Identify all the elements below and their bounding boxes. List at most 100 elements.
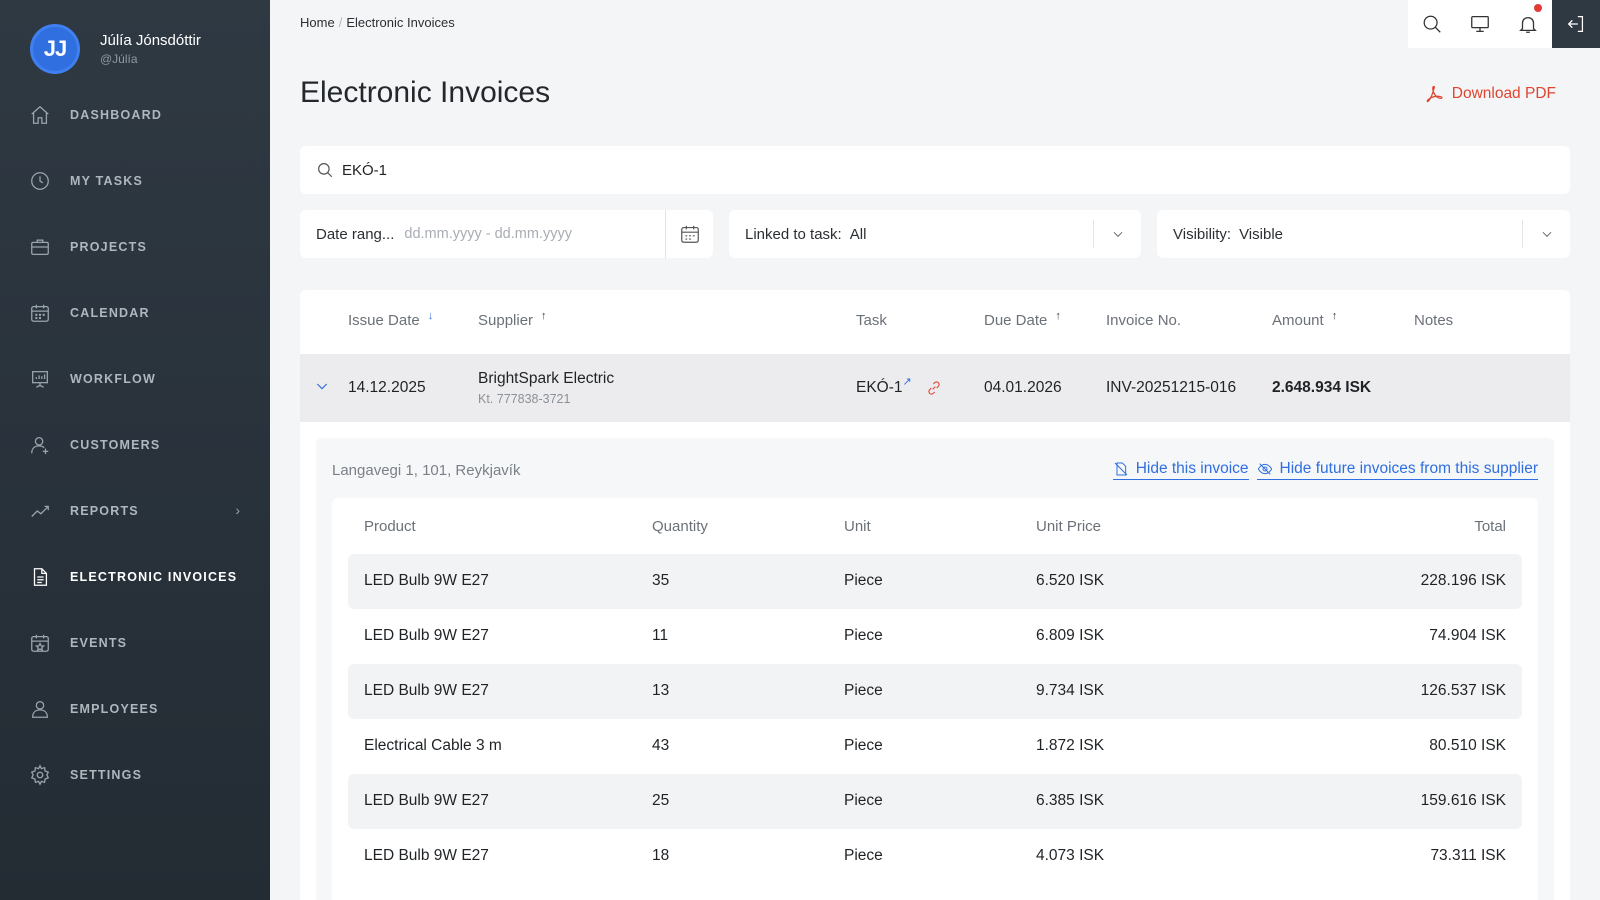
sidebar-item-electronic-invoices[interactable]: ELECTRONIC INVOICES (0, 544, 270, 610)
search-button[interactable] (1408, 0, 1456, 48)
search-bar[interactable] (300, 146, 1570, 194)
supplier-address: Langavegi 1, 101, Reykjavík (332, 462, 521, 479)
user-icon (28, 433, 52, 457)
sidebar: JJ Júlía Jónsdóttir @Júlía DASHBOARD MY … (0, 0, 270, 900)
briefcase-icon (28, 235, 52, 259)
breadcrumb: Home / Electronic Invoices (300, 15, 455, 30)
col-invoice-no-label: Invoice No. (1106, 312, 1182, 329)
download-pdf-label: Download PDF (1451, 85, 1556, 102)
unit-price-cell: 6.385 ISK (1036, 792, 1105, 809)
col-amount[interactable]: Amount ↑ (1272, 310, 1338, 329)
col-supplier-label: Supplier (478, 312, 534, 329)
quantity-cell: 13 (652, 682, 670, 699)
calendar-button[interactable] (665, 210, 713, 258)
notifications-button[interactable] (1504, 0, 1552, 48)
sidebar-item-label: PROJECTS (70, 240, 147, 254)
product-cell: LED Bulb 9W E27 (364, 572, 489, 589)
unit-cell: Piece (844, 572, 883, 589)
date-range-placeholder[interactable]: dd.mm.yyyy - dd.mm.yyyy (404, 226, 572, 242)
sidebar-item-calendar[interactable]: CALENDAR (0, 280, 270, 346)
link-icon[interactable] (926, 380, 942, 401)
chevron-down-icon[interactable] (1522, 220, 1570, 248)
supplier-cell: BrightSpark Electric Kt. 777838-3721 (478, 370, 614, 406)
col-supplier[interactable]: Supplier ↑ (478, 310, 547, 329)
unit-price-cell: 1.872 ISK (1036, 737, 1105, 754)
sidebar-item-reports[interactable]: REPORTS › (0, 478, 270, 544)
unit-cell: Piece (844, 627, 883, 644)
gear-icon (28, 763, 52, 787)
task-cell[interactable]: EKÓ-1↗ (856, 376, 912, 397)
top-toolbar (1408, 0, 1600, 48)
quantity-cell: 43 (652, 737, 670, 754)
breadcrumb-current: Electronic Invoices (346, 15, 455, 30)
table-header: Issue Date ↓ Supplier ↑ Task Due Date ↑ Inv… (300, 290, 1570, 354)
sidebar-item-label: EMPLOYEES (70, 702, 159, 716)
total-cell: 73.311 ISK (1430, 847, 1506, 864)
sidebar-item-customers[interactable]: CUSTOMERS (0, 412, 270, 478)
hide-document-icon (1114, 462, 1128, 476)
linked-to-task-filter[interactable]: Linked to task: All (729, 210, 1141, 258)
unit-price-cell: 9.734 ISK (1036, 682, 1105, 699)
invoice-no-cell: INV-20251215-016 (1106, 379, 1237, 396)
supplier-id: Kt. 777838-3721 (478, 392, 571, 406)
display-button[interactable] (1456, 0, 1504, 48)
sort-asc-icon: ↑ (1331, 310, 1338, 322)
monitor-icon (1471, 16, 1489, 32)
calendar-star-icon (28, 631, 52, 655)
sidebar-item-my-tasks[interactable]: MY TASKS (0, 148, 270, 214)
avatar[interactable]: JJ (30, 24, 80, 74)
breadcrumb-home[interactable]: Home (300, 15, 335, 30)
issue-date-cell: 14.12.2025 (348, 379, 426, 396)
col-total: Total (1474, 518, 1506, 535)
col-product: Product (364, 518, 416, 535)
chevron-down-icon[interactable] (1093, 220, 1141, 248)
task-link[interactable]: EKÓ-1 (856, 379, 903, 396)
col-invoice-no: Invoice No. (1106, 312, 1181, 329)
sidebar-item-workflow[interactable]: WORKFLOW (0, 346, 270, 412)
col-notes: Notes (1414, 312, 1453, 329)
chevron-down-icon[interactable] (314, 378, 334, 398)
sidebar-nav: DASHBOARD MY TASKS PROJECTS CALENDAR WOR… (0, 82, 270, 808)
sidebar-item-events[interactable]: EVENTS (0, 610, 270, 676)
product-cell: LED Bulb 9W E27 (364, 627, 489, 644)
date-range-filter[interactable]: Date rang... dd.mm.yyyy - dd.mm.yyyy (300, 210, 713, 258)
trend-icon (28, 499, 52, 523)
table-row[interactable]: 14.12.2025 BrightSpark Electric Kt. 7778… (300, 354, 1570, 422)
breadcrumb-separator: / (338, 15, 343, 30)
logout-icon (1567, 16, 1584, 32)
sidebar-item-employees[interactable]: EMPLOYEES (0, 676, 270, 742)
calendar-icon (680, 225, 699, 243)
line-item-row: Electrical Cable 3 m 43 Piece 1.872 ISK … (348, 719, 1522, 774)
quantity-cell: 25 (652, 792, 670, 809)
search-input[interactable] (342, 161, 1471, 179)
sidebar-item-projects[interactable]: PROJECTS (0, 214, 270, 280)
sort-asc-icon: ↑ (541, 310, 547, 322)
sidebar-item-label: REPORTS (70, 504, 139, 518)
users-icon (28, 697, 52, 721)
unit-cell: Piece (844, 847, 883, 864)
user-profile[interactable]: JJ Júlía Jónsdóttir @Júlía (30, 24, 201, 74)
external-link-icon[interactable]: ↗ (903, 376, 912, 388)
col-amount-label: Amount (1272, 312, 1324, 329)
hide-future-label: Hide future invoices from this supplier (1279, 460, 1538, 477)
col-due-date[interactable]: Due Date ↑ (984, 310, 1061, 329)
download-pdf-button[interactable]: Download PDF (1424, 84, 1556, 104)
logout-button[interactable] (1552, 0, 1600, 48)
product-cell: Electrical Cable 3 m (364, 737, 502, 754)
calendar-icon (28, 301, 52, 325)
sidebar-item-settings[interactable]: SETTINGS (0, 742, 270, 808)
bell-icon (1519, 16, 1537, 33)
sidebar-item-label: CUSTOMERS (70, 438, 161, 452)
sidebar-item-dashboard[interactable]: DASHBOARD (0, 82, 270, 148)
line-item-row: LED Bulb 9W E27 11 Piece 6.809 ISK 74.90… (348, 609, 1522, 664)
quantity-cell: 11 (652, 627, 669, 644)
user-name: Júlía Jónsdóttir (100, 32, 201, 49)
hide-future-invoices-button[interactable]: Hide future invoices from this supplier (1256, 460, 1538, 480)
date-range-label: Date rang... (316, 225, 395, 243)
total-cell: 228.196 ISK (1420, 572, 1506, 589)
col-issue-date[interactable]: Issue Date ↓ (348, 310, 433, 329)
hide-invoice-button[interactable]: Hide this invoice (1112, 460, 1249, 480)
chevron-right-icon: › (235, 502, 240, 518)
quantity-cell: 35 (652, 572, 670, 589)
visibility-filter[interactable]: Visibility: Visible (1157, 210, 1570, 258)
